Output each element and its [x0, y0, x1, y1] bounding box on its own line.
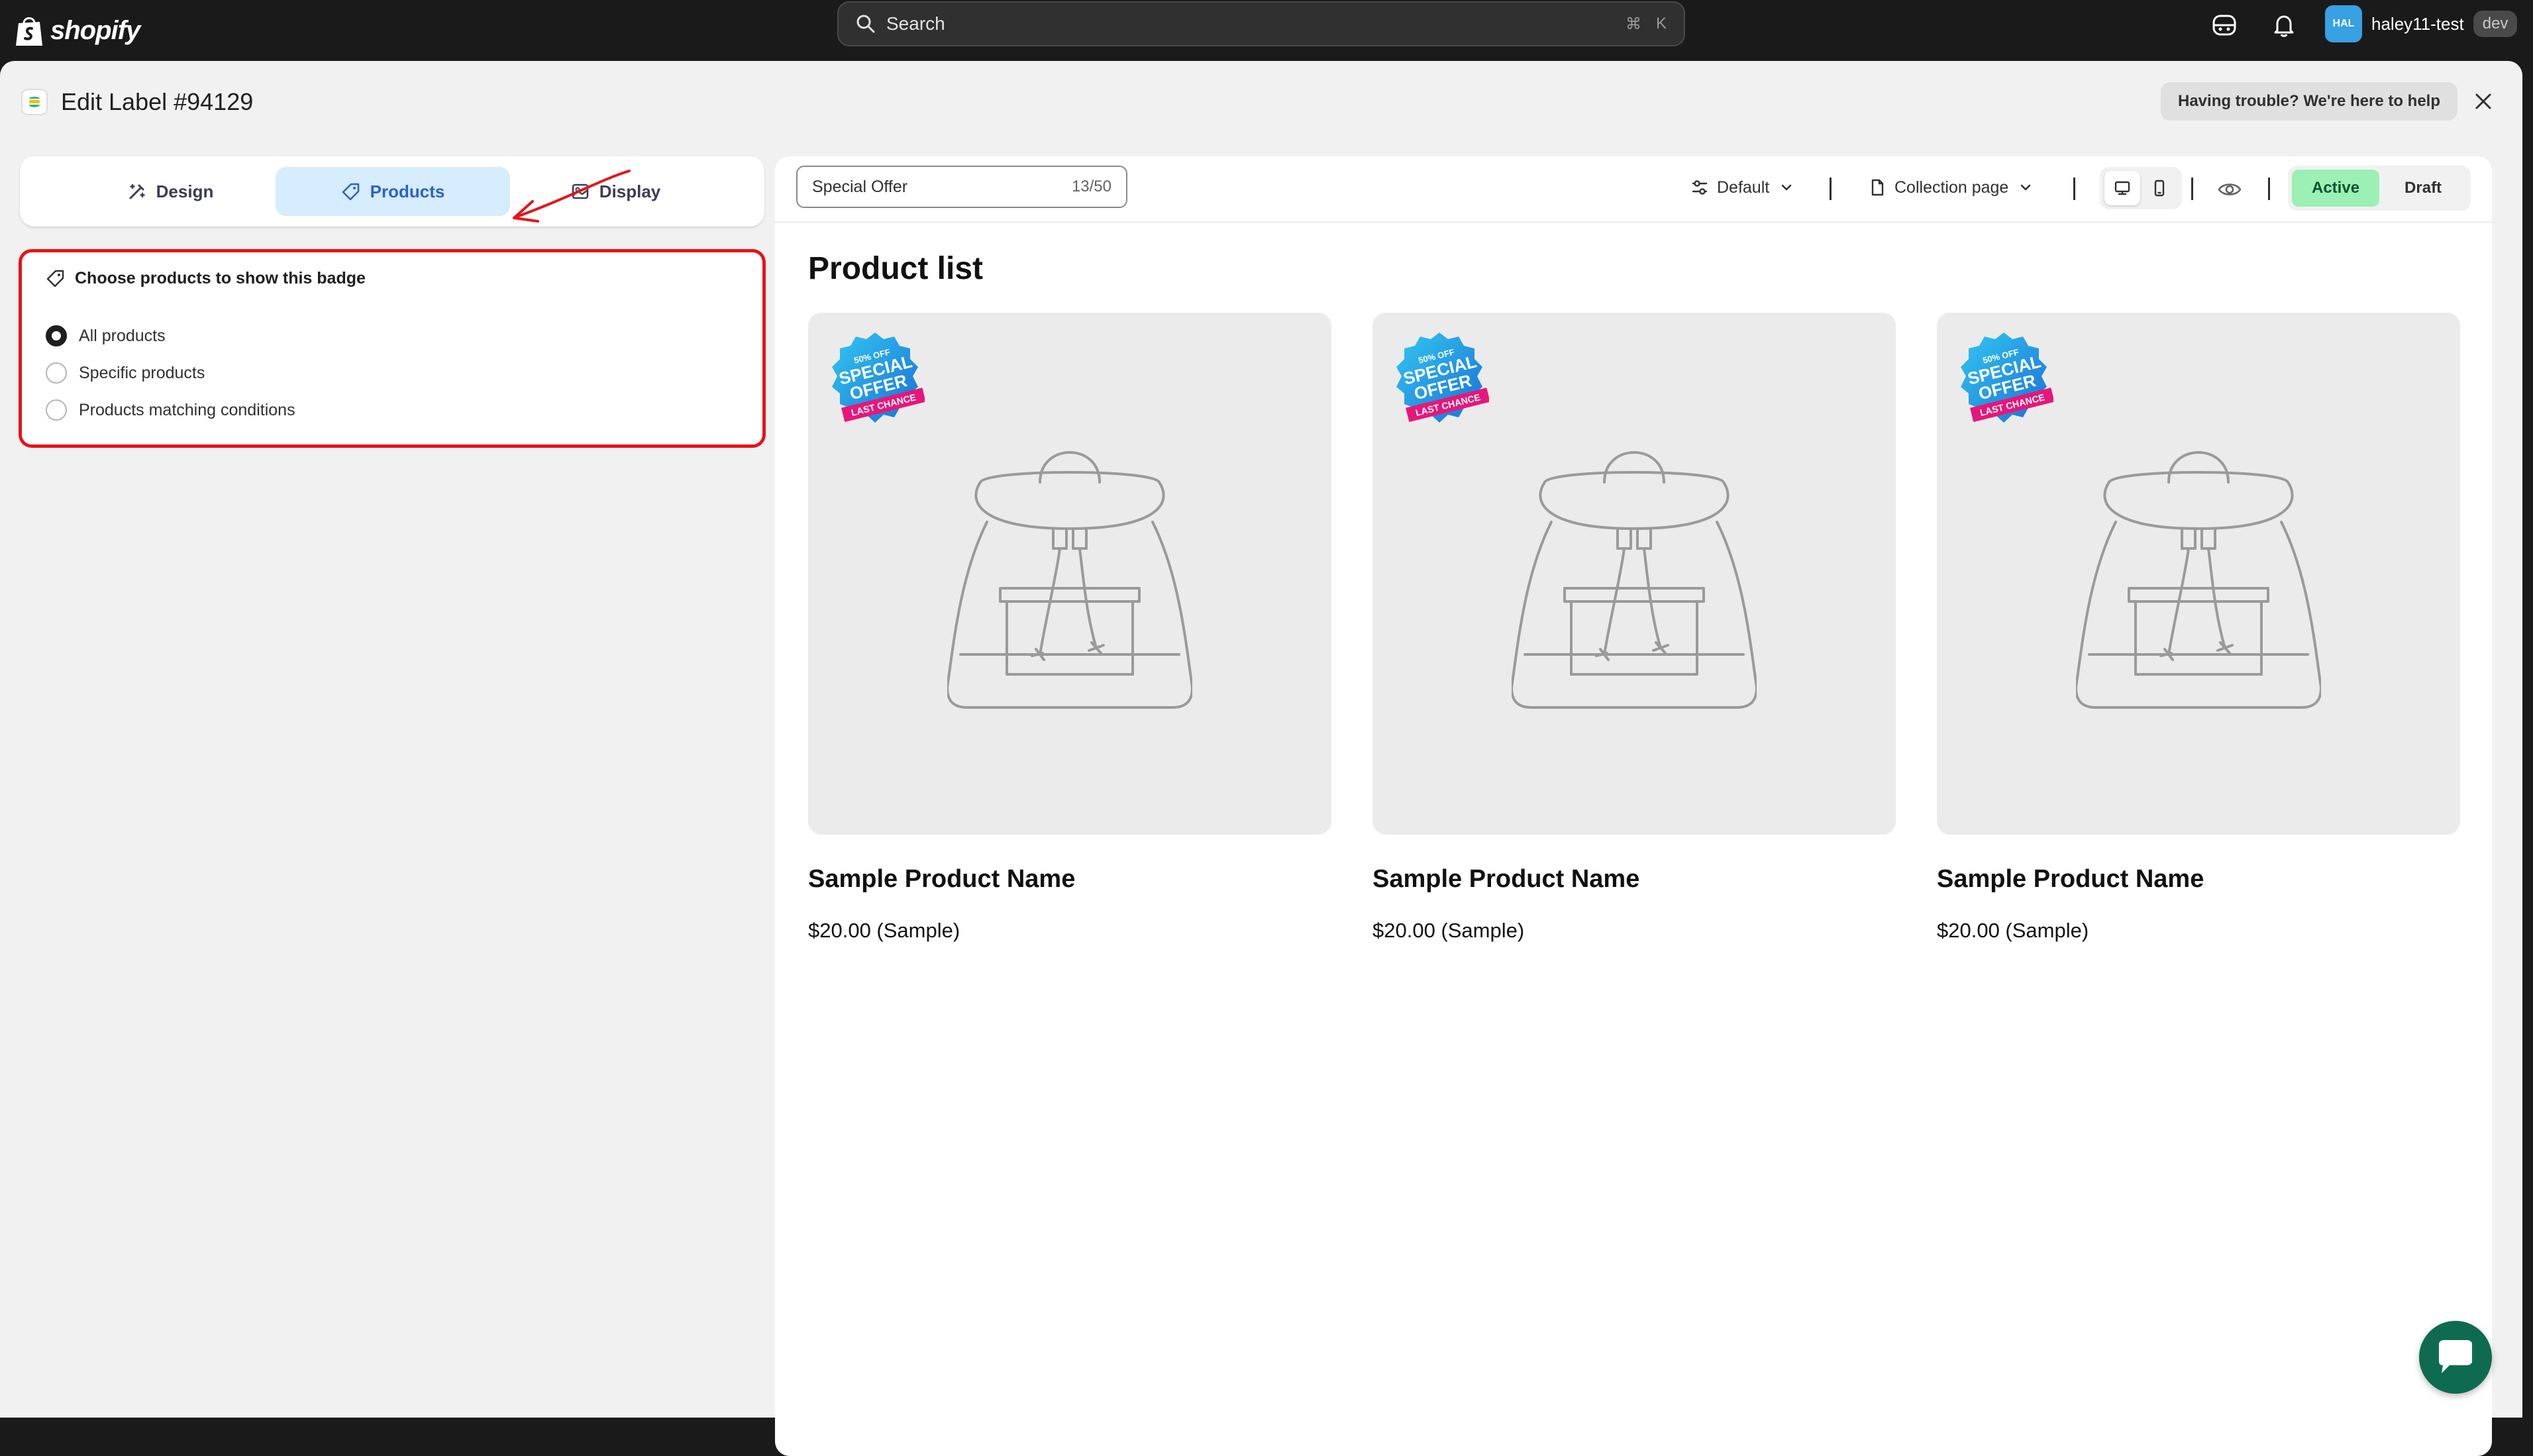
bell-icon[interactable]: [2271, 12, 2297, 38]
product-card[interactable]: 50% OFF SPECIAL OFFER LAST CHANCE Sample…: [1372, 313, 1896, 943]
char-counter: 13/50: [1071, 178, 1111, 195]
status-toggle: Active Draft: [2288, 166, 2471, 211]
product-price: $20.00 (Sample): [1372, 919, 1525, 942]
products-card-header: Choose products to show this badge: [46, 268, 366, 288]
shortcut-cmd: ⌘: [1625, 15, 1641, 33]
mobile-view-button[interactable]: [2142, 171, 2177, 205]
page-title: Edit Label #94129: [61, 88, 254, 115]
app-logo-icon: [21, 89, 48, 115]
option-matching-conditions[interactable]: Products matching conditions: [46, 399, 295, 421]
radio-specific-products[interactable]: [46, 362, 67, 384]
option-all-products[interactable]: All products: [46, 325, 166, 346]
product-image: 50% OFF SPECIAL OFFER LAST CHANCE: [1372, 313, 1896, 835]
chevron-down-icon: [1781, 184, 1792, 191]
design-icon: [129, 183, 145, 199]
mobile-icon: [2154, 180, 2165, 197]
products-card-heading: Choose products to show this badge: [75, 268, 366, 287]
special-offer-badge-icon: 50% OFF SPECIAL OFFER LAST CHANCE: [1961, 333, 2053, 423]
tag-icon: [342, 183, 359, 201]
option-label: Products matching conditions: [79, 400, 295, 419]
toolbar-divider: [2191, 178, 2193, 200]
chat-button[interactable]: [2419, 1321, 2492, 1394]
label-name-input[interactable]: Special Offer 13/50: [796, 166, 1127, 208]
backpack-placeholder-icon: [1512, 451, 1757, 709]
chevron-down-icon: [2021, 184, 2031, 191]
close-button[interactable]: [2468, 86, 2499, 117]
status-draft-button[interactable]: Draft: [2385, 170, 2461, 207]
preview-panel: Special Offer 13/50 Default Collection p…: [775, 156, 2492, 1456]
product-price: $20.00 (Sample): [808, 919, 960, 942]
device-toggle: [2100, 167, 2182, 209]
tab-products[interactable]: Products: [276, 167, 510, 216]
backpack-placeholder-icon: [947, 451, 1192, 709]
position-select-value: Default: [1717, 178, 1770, 197]
toolbar-divider: [1830, 178, 1832, 200]
close-icon: [2475, 93, 2491, 109]
page-icon: [1871, 179, 1884, 196]
label-name-value: Special Offer: [812, 177, 908, 196]
shopify-bag-icon: [16, 17, 42, 46]
editor-tabs: Design Products Display: [20, 156, 764, 227]
store-name: haley11-test: [2371, 13, 2464, 34]
product-name: Sample Product Name: [1372, 865, 1640, 893]
product-card[interactable]: 50% OFF SPECIAL OFFER LAST CHANCE Sample…: [1937, 313, 2460, 943]
dev-badge: dev: [2473, 11, 2518, 37]
title-row: Edit Label #94129: [21, 81, 253, 123]
tab-design[interactable]: Design: [53, 167, 287, 216]
avatar: HAL: [2325, 5, 2362, 42]
page-select-value: Collection page: [1894, 178, 2009, 197]
app-window: Edit Label #94129 Having trouble? We're …: [0, 61, 2522, 1456]
radio-matching-conditions[interactable]: [46, 399, 67, 421]
option-specific-products[interactable]: Specific products: [46, 362, 205, 384]
shopify-logo[interactable]: shopify: [15, 9, 140, 52]
product-image: 50% OFF SPECIAL OFFER LAST CHANCE: [808, 313, 1331, 835]
radio-all-products[interactable]: [46, 325, 67, 346]
search-icon: [856, 15, 875, 33]
toolbar-divider: [2268, 178, 2270, 200]
special-offer-badge-icon: 50% OFF SPECIAL OFFER LAST CHANCE: [1396, 333, 1489, 423]
shortcut-key: K: [1655, 15, 1667, 32]
product-name: Sample Product Name: [1937, 865, 2204, 893]
product-name: Sample Product Name: [808, 865, 1076, 893]
product-image: 50% OFF SPECIAL OFFER LAST CHANCE: [1937, 313, 2460, 835]
search-bar[interactable]: Search ⌘ K: [837, 1, 1685, 46]
tab-design-label: Design: [156, 181, 214, 201]
backpack-placeholder-icon: [2076, 451, 2321, 709]
chat-icon: [2439, 1340, 2472, 1373]
special-offer-badge-icon: 50% OFF SPECIAL OFFER LAST CHANCE: [832, 333, 925, 423]
logo-text: shopify: [50, 15, 140, 45]
desktop-icon: [2114, 181, 2130, 195]
desktop-view-button[interactable]: [2104, 171, 2140, 205]
product-card[interactable]: 50% OFF SPECIAL OFFER LAST CHANCE Sample…: [808, 313, 1331, 943]
position-select[interactable]: Default: [1690, 171, 1796, 204]
preview-toolbar: Special Offer 13/50 Default Collection p…: [775, 156, 2492, 223]
user-menu[interactable]: HAL haley11-test dev: [2325, 5, 2518, 42]
product-list-title: Product list: [808, 251, 984, 286]
product-price: $20.00 (Sample): [1937, 919, 2089, 942]
option-label: Specific products: [79, 363, 205, 382]
page-select[interactable]: Collection page: [1868, 171, 2035, 204]
annotation-arrow-icon: [513, 170, 631, 223]
sidekick-icon[interactable]: [2211, 12, 2238, 38]
help-button[interactable]: Having trouble? We're here to help: [2161, 82, 2457, 121]
eye-icon[interactable]: [2216, 176, 2243, 203]
search-placeholder: Search: [886, 13, 945, 34]
toolbar-divider: [2073, 178, 2075, 200]
top-bar: shopify Search ⌘ K HAL haley11-test dev: [0, 0, 2533, 61]
products-selection-card: Choose products to show this badge All p…: [19, 249, 766, 448]
tab-products-label: Products: [370, 181, 445, 201]
status-active-button[interactable]: Active: [2292, 170, 2380, 207]
tag-icon: [46, 270, 64, 287]
settings-sliders-icon: [1692, 180, 1708, 195]
option-label: All products: [79, 326, 166, 345]
